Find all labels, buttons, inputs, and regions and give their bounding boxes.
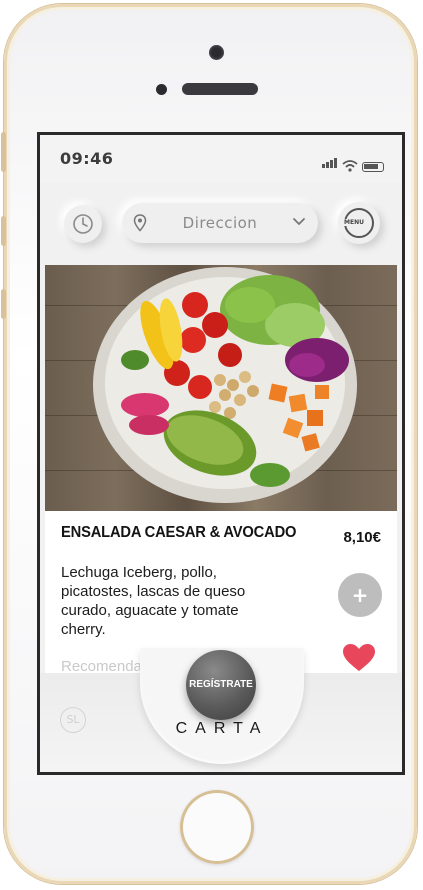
clock-icon	[73, 214, 93, 234]
volume-down-button	[1, 289, 6, 319]
address-selector[interactable]: Direccion	[122, 203, 318, 243]
sl-badge: SL	[60, 707, 86, 733]
header: Direccion MENU	[40, 183, 402, 263]
register-button[interactable]: REGÍSTRATE	[186, 650, 256, 720]
dish-title: ENSALADA CAESAR & AVOCADO	[61, 524, 297, 541]
proximity-sensor	[156, 84, 167, 95]
schedule-button[interactable]	[64, 205, 102, 243]
menu-button[interactable]: MENU	[338, 202, 380, 244]
status-icons	[322, 153, 384, 172]
volume-up-button	[1, 216, 6, 246]
status-bar: 09:46	[40, 135, 402, 183]
battery-icon	[362, 162, 384, 172]
add-to-cart-button[interactable]: +	[338, 573, 382, 617]
dish-description: Lechuga Iceberg, pollo, picatostes, lasc…	[61, 564, 246, 638]
chevron-down-icon	[293, 218, 305, 226]
phone-frame: 09:46 Direccion MENU ENSALADA CAESAR & A…	[1, 4, 417, 884]
dish-photo	[45, 265, 397, 511]
earpiece-speaker	[182, 83, 258, 95]
carta-label: CARTA	[175, 720, 269, 737]
menu-label: MENU	[343, 219, 365, 226]
front-camera	[209, 45, 224, 60]
status-time: 09:46	[60, 149, 114, 168]
address-placeholder: Direccion	[182, 214, 258, 232]
mute-switch	[1, 132, 6, 172]
signal-icon	[322, 153, 338, 172]
app-screen: 09:46 Direccion MENU ENSALADA CAESAR & A…	[40, 135, 402, 772]
home-button[interactable]	[180, 790, 254, 864]
wifi-icon	[342, 160, 358, 172]
dish-price: 8,10€	[343, 529, 381, 546]
salad-bowl-image	[93, 267, 357, 503]
